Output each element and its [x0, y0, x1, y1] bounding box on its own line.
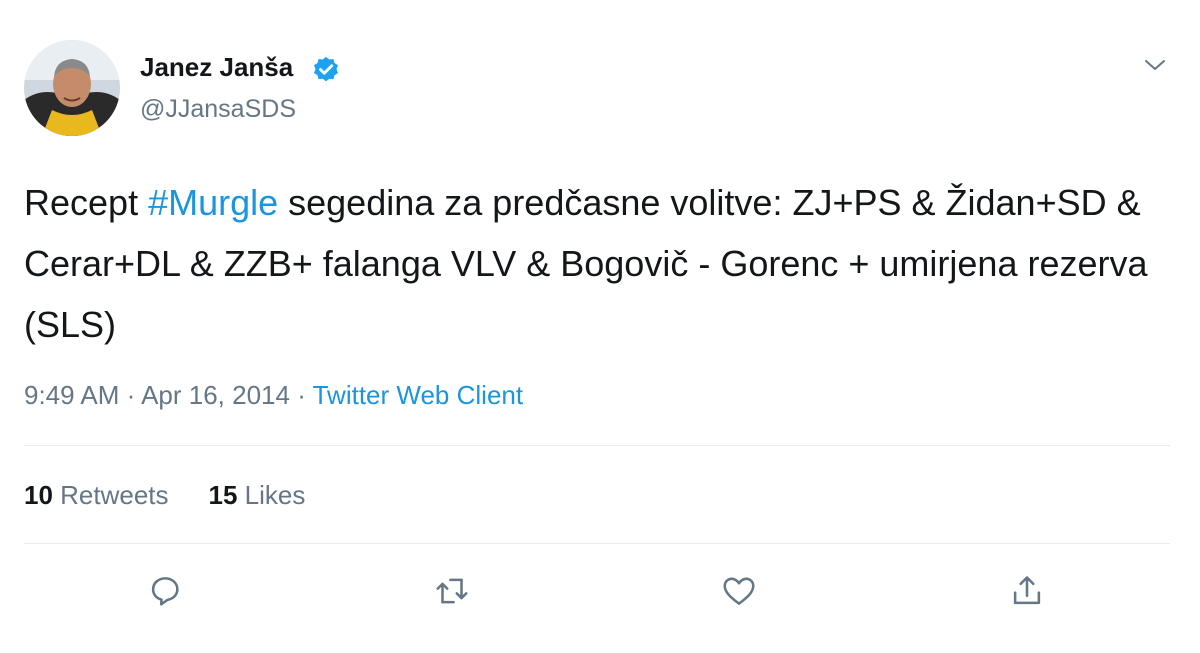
author-display-name[interactable]: Janez Janša	[140, 52, 293, 83]
likes-count: 15	[208, 480, 238, 510]
tweet-text: Recept #Murgle segedina za predčasne vol…	[24, 172, 1174, 355]
tweet-stats: 10 Retweets 15 Likes	[24, 480, 305, 511]
likes-label: Likes	[237, 480, 306, 510]
tweet-meta: 9:49 AM · Apr 16, 2014 · Twitter Web Cli…	[24, 380, 523, 411]
tweet-menu-button[interactable]	[1138, 50, 1172, 80]
retweets-label: Retweets	[52, 480, 169, 510]
avatar[interactable]	[24, 40, 120, 136]
tweet-time[interactable]: 9:49 AM	[24, 380, 119, 410]
tweet-source-link[interactable]: Twitter Web Client	[313, 380, 523, 410]
tweet-date[interactable]: Apr 16, 2014	[141, 380, 290, 410]
divider	[24, 543, 1170, 544]
meta-separator: ·	[119, 380, 142, 410]
meta-separator: ·	[289, 380, 313, 410]
tweet-card: Janez Janša @JJansaSDS Recept #Murgle se…	[0, 0, 1200, 653]
retweets-stat[interactable]: 10 Retweets	[24, 480, 169, 511]
tweet-text-part: Recept	[24, 182, 149, 223]
tweet-actions	[0, 568, 1200, 618]
reply-icon	[151, 577, 179, 606]
retweet-icon	[436, 578, 468, 604]
verified-badge-icon	[314, 56, 338, 82]
divider	[24, 445, 1170, 446]
reply-button[interactable]	[142, 568, 188, 614]
like-heart-icon	[723, 577, 755, 605]
share-icon	[1013, 576, 1041, 605]
avatar-photo	[24, 40, 120, 136]
retweets-count: 10	[24, 480, 53, 510]
like-button[interactable]	[716, 568, 762, 614]
likes-stat[interactable]: 15 Likes	[209, 480, 306, 511]
hashtag-link[interactable]: #Murgle	[148, 182, 278, 223]
author-handle[interactable]: @JJansaSDS	[140, 95, 296, 124]
retweet-button[interactable]	[429, 568, 475, 614]
share-button[interactable]	[1004, 568, 1050, 614]
chevron-down-icon	[1145, 60, 1165, 70]
